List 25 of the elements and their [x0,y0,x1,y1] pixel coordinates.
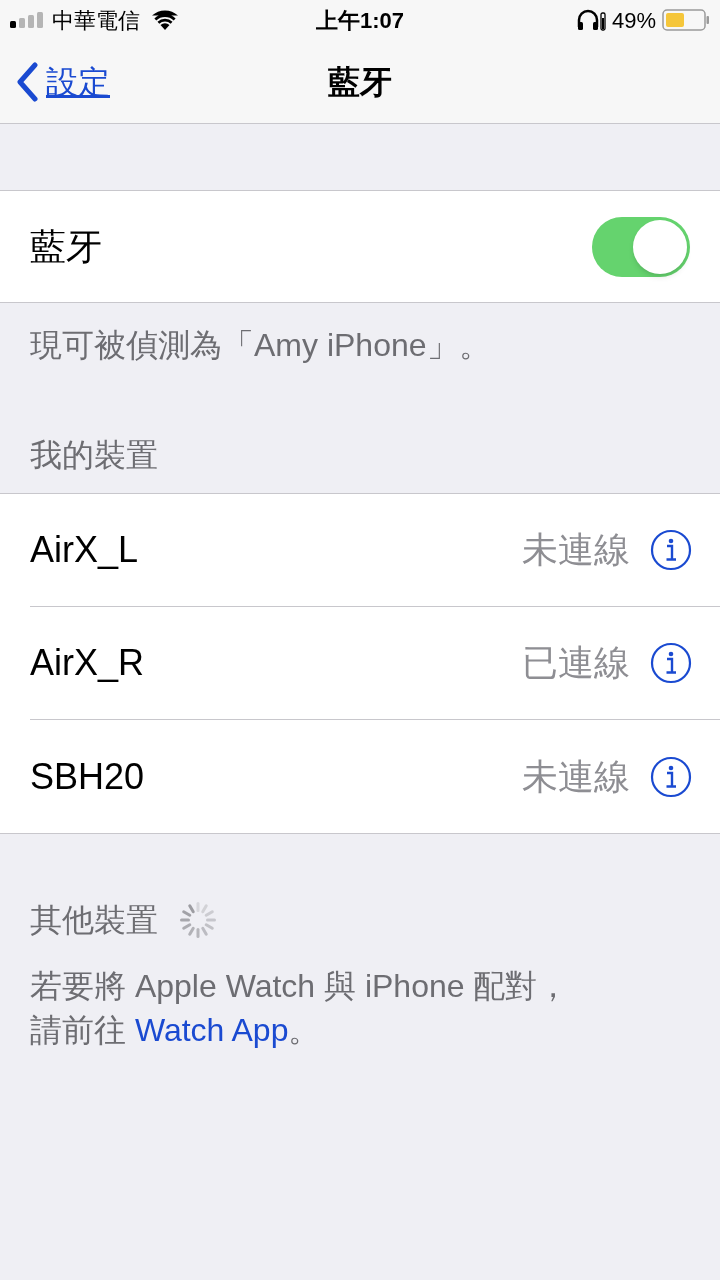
device-name: SBH20 [30,754,145,799]
device-status: 已連線 [522,641,630,685]
signal-icon [10,12,46,28]
info-button[interactable] [650,529,692,571]
status-time: 上午1:07 [316,6,404,35]
section-header: 我的裝置 [29,436,159,475]
device-name: AirX_L [30,528,139,572]
wifi-icon [152,10,178,30]
device-name: AirX_R [30,641,145,685]
info-button[interactable] [650,642,692,684]
section-header: 其他裝置 [30,901,158,940]
pairing-instructions: 若要將 Apple Watch 與 iPhone 配對，請前往 Watch App。 [29,967,571,1050]
back-chevron-icon [16,61,38,102]
carrier-name: 中華電信 [52,6,140,35]
headphones-icon [575,9,606,31]
bluetooth-label: 藍牙 [30,224,102,269]
watch-app-link[interactable]: Watch App [134,1012,289,1048]
device-status: 未連線 [522,528,630,572]
info-button[interactable] [650,755,692,798]
nav-title: 藍牙 [328,62,392,102]
battery-percentage: 49% [611,6,656,35]
battery-icon [662,9,710,31]
discoverable-note: 現可被偵測為「Amy iPhone」。 [29,326,492,365]
back-link[interactable]: 設定 [16,57,110,106]
device-status: 未連線 [522,754,630,799]
